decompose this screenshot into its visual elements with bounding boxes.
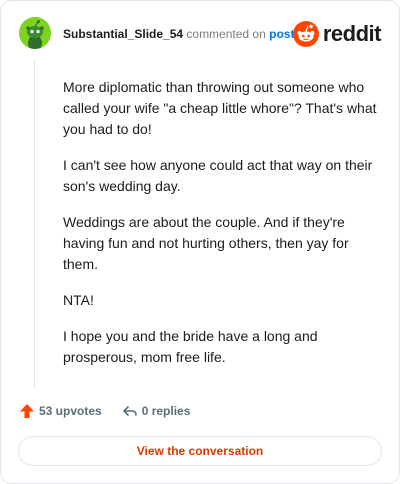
snoo-avatar-icon[interactable] [19, 17, 51, 49]
post-link[interactable]: post [269, 27, 294, 41]
reply-count: 0 replies [141, 404, 191, 418]
view-conversation-button[interactable]: View the conversation [18, 436, 382, 466]
comment-actions: 53 upvotes 0 replies [19, 403, 190, 419]
comment-action-text: commented on [186, 27, 266, 41]
comment-paragraph: I hope you and the bride have a long and… [63, 328, 318, 365]
comment-body: More diplomatic than throwing out someon… [63, 77, 385, 383]
comment-embed-card: Substantial_Slide_54 commented on post r… [0, 0, 400, 484]
thread-line [34, 59, 35, 389]
reddit-logo-icon [292, 21, 319, 47]
upvote-arrow-icon [20, 404, 34, 418]
comment-paragraph: NTA! [63, 292, 94, 308]
comment-paragraph: More diplomatic than throwing out someon… [63, 79, 377, 137]
reply-arrow-icon [122, 406, 137, 416]
reddit-logo[interactable]: reddit [292, 21, 382, 47]
comment-header: Substantial_Slide_54 commented on post [63, 26, 294, 42]
comment-paragraph: I can't see how anyone could act that wa… [63, 157, 373, 194]
upvote-count: 53 upvotes [39, 404, 102, 418]
reddit-wordmark: reddit [322, 21, 382, 46]
upvote-button[interactable]: 53 upvotes [19, 403, 102, 419]
comment-paragraph: Weddings are about the couple. And if th… [63, 214, 349, 272]
reply-button[interactable]: 0 replies [122, 403, 191, 419]
username[interactable]: Substantial_Slide_54 [63, 27, 183, 41]
